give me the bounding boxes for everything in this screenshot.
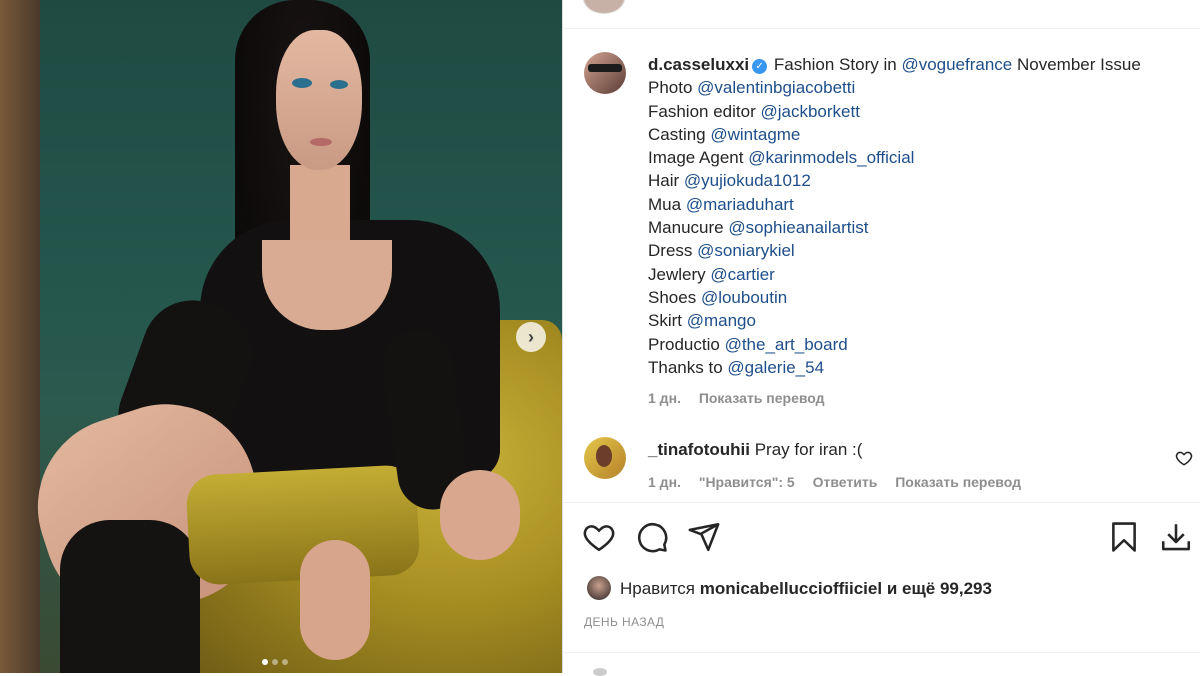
post-caption: d.casseluxxi ✓ Fashion Story in @voguefra… (648, 53, 1178, 379)
photo-lips (310, 138, 332, 146)
credit-row: Photo @valentinbgiacobetti (648, 76, 1178, 99)
credit-handle[interactable]: @karinmodels_official (748, 148, 914, 167)
credit-row: Shoes @louboutin (648, 286, 1178, 309)
comment-icon[interactable] (635, 520, 669, 554)
photo-hand-right (440, 470, 520, 560)
credit-row: Manucure @sophieanailartist (648, 216, 1178, 239)
comment: _tinafotouhii Pray for iran :( (648, 440, 862, 460)
liker-username[interactable]: monicabelluccioffiiciel (700, 579, 882, 598)
save-icon[interactable] (1107, 520, 1141, 554)
likes-summary: Нравится monicabelluccioffiiciel и ещё 9… (620, 579, 992, 599)
credit-label: Mua (648, 194, 682, 214)
photo-eye-left (292, 78, 312, 88)
like-icon[interactable] (582, 520, 616, 554)
carousel-dot-3 (282, 659, 288, 665)
credit-handle[interactable]: @cartier (710, 265, 775, 284)
credit-row: Mua @mariaduhart (648, 193, 1178, 216)
post-sidebar: d.casseluxxi ✓ Fashion Story in @voguefra… (563, 0, 1200, 676)
comment-reply-button[interactable]: Ответить (813, 474, 878, 490)
author-username[interactable]: d.casseluxxi (648, 55, 749, 74)
credit-handle[interactable]: @soniarykiel (697, 241, 795, 260)
comment-time[interactable]: 1 дн. (648, 474, 681, 490)
caption-time[interactable]: 1 дн. (648, 390, 681, 406)
credit-label: Photo (648, 78, 693, 98)
caption-text: Fashion Story in (773, 55, 897, 74)
author-avatar[interactable] (584, 52, 626, 94)
credits-list: Photo @valentinbgiacobetti Fashion editor… (648, 76, 1178, 379)
photo-hand-left (300, 540, 370, 660)
header-separator (563, 28, 1200, 29)
post-photo[interactable]: › (0, 0, 562, 673)
caption-meta: 1 дн. Показать перевод (648, 390, 839, 406)
likes-count[interactable]: и ещё 99,293 (887, 579, 992, 598)
credit-label: Skirt (648, 311, 682, 331)
caption-mention[interactable]: @voguefrance (901, 55, 1012, 74)
credit-row: Dress @soniarykiel (648, 239, 1178, 262)
credit-row: Hair @yujiokuda1012 (648, 169, 1178, 192)
credit-row: Jewlery @cartier (648, 263, 1178, 286)
credit-handle[interactable]: @galerie_54 (727, 358, 824, 377)
commenter-avatar[interactable] (584, 437, 626, 479)
comment-like-icon[interactable] (1175, 449, 1193, 467)
credit-label: Image Agent (648, 148, 744, 168)
chevron-right-icon: › (528, 326, 534, 347)
emoji-icon[interactable] (593, 668, 607, 676)
credit-label: Manucure (648, 218, 724, 238)
photo-boot (60, 520, 200, 673)
credit-handle[interactable]: @wintagme (710, 125, 800, 144)
credit-label: Hair (648, 171, 680, 191)
likes-prefix: Нравится (620, 579, 696, 598)
credit-handle[interactable]: @jackborkett (760, 102, 859, 121)
credit-label: Dress (648, 241, 693, 261)
credit-handle[interactable]: @louboutin (701, 288, 787, 307)
actions-separator (563, 502, 1200, 503)
credit-row: Productio @the_art_board (648, 333, 1178, 356)
photo-wall (0, 0, 40, 673)
credit-handle[interactable]: @sophieanailartist (728, 218, 868, 237)
comment-likes[interactable]: "Нравится": 5 (699, 474, 795, 490)
credit-row: Casting @wintagme (648, 123, 1178, 146)
credit-handle[interactable]: @mariaduhart (686, 195, 794, 214)
comment-meta: 1 дн. "Нравится": 5 Ответить Показать пе… (648, 474, 1035, 490)
share-icon[interactable] (687, 520, 721, 554)
credit-label: Productio (648, 334, 720, 354)
credit-row: Skirt @mango (648, 309, 1178, 332)
caption-translate-link[interactable]: Показать перевод (699, 390, 825, 406)
credit-label: Shoes (648, 287, 697, 307)
credit-label: Thanks to (648, 357, 723, 377)
credit-label: Casting (648, 124, 706, 144)
photo-neck (290, 165, 350, 245)
credit-label: Jewlery (648, 264, 706, 284)
caption-tail: November Issue (1017, 55, 1141, 74)
credit-row: Fashion editor @jackborkett (648, 100, 1178, 123)
carousel-dot-1 (262, 659, 268, 665)
credit-label: Fashion editor (648, 101, 756, 121)
photo-eye-right (330, 80, 348, 89)
post-date[interactable]: ДЕНЬ НАЗАД (584, 615, 664, 629)
carousel-dot-2 (272, 659, 278, 665)
verified-badge-icon: ✓ (752, 59, 768, 74)
comment-input-separator (563, 652, 1200, 653)
download-icon[interactable] (1159, 520, 1193, 554)
credit-handle[interactable]: @yujiokuda1012 (684, 171, 811, 190)
liker-avatar[interactable] (587, 576, 611, 600)
credit-handle[interactable]: @valentinbgiacobetti (697, 78, 855, 97)
comment-text: Pray for iran :( (754, 440, 863, 459)
header-avatar[interactable] (583, 0, 625, 14)
credit-row: Thanks to @galerie_54 (648, 356, 1178, 379)
comment-translate-link[interactable]: Показать перевод (895, 474, 1021, 490)
commenter-username[interactable]: _tinafotouhii (648, 440, 750, 459)
credit-handle[interactable]: @the_art_board (725, 335, 848, 354)
next-photo-button[interactable]: › (516, 322, 546, 352)
credit-row: Image Agent @karinmodels_official (648, 146, 1178, 169)
photo-face (276, 30, 362, 170)
credit-handle[interactable]: @mango (687, 311, 756, 330)
carousel-dots (262, 659, 288, 665)
